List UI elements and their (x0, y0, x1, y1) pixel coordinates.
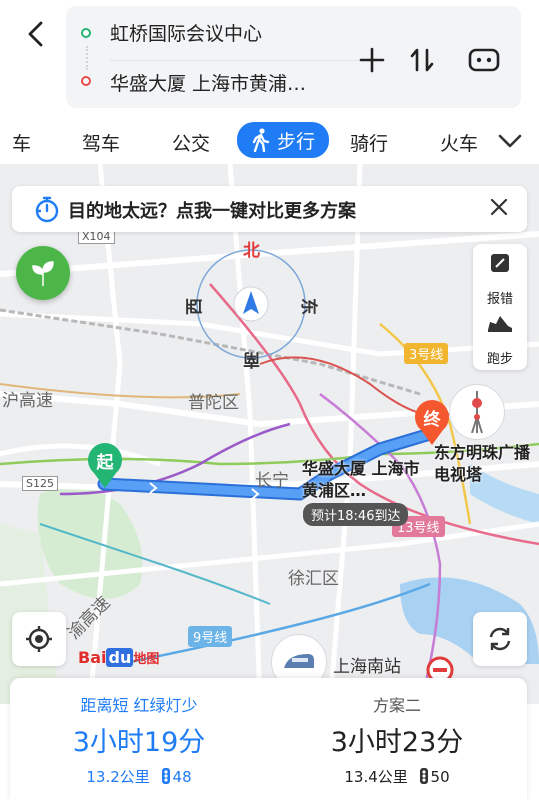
end-pin[interactable]: 终 (413, 398, 451, 445)
swap-route-button[interactable] (404, 42, 440, 78)
map-view[interactable]: 北 东 南 西 X104 S125 沪高速 普陀区 徐汇区 长宁 渝高速 上海南… (0, 164, 539, 704)
compass-north-label: 北 (243, 241, 260, 261)
map-label-changning: 长宁 (255, 471, 289, 491)
back-arrow-icon (28, 21, 43, 47)
compass-south-label: 南 (243, 349, 260, 369)
walk-icon (252, 128, 270, 152)
plan-1-tag: 距离短 红绿灯少 (80, 696, 198, 715)
refresh-route-button[interactable] (473, 612, 527, 666)
plan-1-lights: 48 (172, 768, 192, 786)
traffic-light-icon (161, 768, 170, 784)
leaf-icon (32, 261, 54, 286)
transport-mode-tabs: 车 驾车 公交 步行 骑行 火车 (0, 118, 539, 164)
destination-field[interactable]: 华盛大厦 上海市黄浦… (110, 69, 306, 96)
compare-plans-banner[interactable]: 目的地太远？点我一键对比更多方案 (12, 186, 527, 232)
end-pin-label: 终 (423, 410, 441, 430)
back-button[interactable] (18, 16, 54, 52)
close-icon (490, 198, 508, 216)
run-mode-label: 跑步 (486, 352, 513, 367)
route-connector (86, 46, 88, 70)
locate-icon (26, 626, 52, 652)
poi-oriental-pearl[interactable] (449, 384, 505, 440)
start-pin-label: 起 (96, 453, 114, 473)
close-banner-button[interactable] (489, 197, 509, 221)
plan-2-lights: 50 (430, 768, 450, 786)
map-label-putuo: 普陀区 (188, 393, 239, 413)
plan-option-1[interactable]: 距离短 红绿灯少 3小时19分 13.2公里 48 (10, 678, 268, 800)
map-label-xuhui: 徐汇区 (288, 569, 339, 589)
map-side-panel: 报错 跑步 (473, 244, 527, 370)
expand-tabs-button[interactable] (496, 128, 524, 156)
more-icon (468, 48, 500, 72)
tab-car[interactable]: 车 (12, 126, 31, 158)
route-divider (110, 60, 360, 61)
tower-icon (471, 391, 483, 433)
tab-bike[interactable]: 骑行 (350, 126, 388, 158)
compass-west-label: 西 (185, 298, 205, 315)
tab-walk-label: 步行 (277, 130, 316, 153)
tab-walk[interactable]: 步行 (237, 122, 330, 158)
banner-text: 目的地太远？点我一键对比更多方案 (68, 201, 356, 222)
run-mode-button[interactable]: 跑步 (473, 312, 527, 368)
poi-label-oriental-pearl: 东方明珠广播电视塔 (434, 443, 531, 484)
tab-drive[interactable]: 驾车 (82, 126, 120, 158)
map-label-shanghai-south: 上海南站 (333, 657, 401, 677)
plan-2-duration: 3小时23分 (330, 727, 464, 758)
route-header: 虹桥国际会议中心 华盛大厦 上海市黄浦… (0, 0, 539, 118)
destination-dot-icon (81, 76, 91, 86)
more-options-button[interactable] (466, 42, 502, 78)
tab-transit[interactable]: 公交 (172, 126, 210, 158)
baidu-map-logo: Bai du 地图 (78, 648, 160, 667)
stopwatch-icon (35, 196, 59, 223)
chevron-down-icon (498, 134, 522, 148)
plan-1-duration: 3小时19分 (72, 727, 206, 758)
plan-2-meta: 13.4公里 50 (268, 766, 526, 787)
refresh-icon (489, 627, 511, 651)
plan-1-meta: 13.2公里 48 (10, 766, 268, 787)
eta-badge: 预计18:46到达 (303, 503, 409, 526)
eco-leaf-button[interactable] (16, 246, 70, 300)
plan-option-2[interactable]: 方案二 3小时23分 13.4公里 50 (268, 678, 526, 800)
road-tag-s125: S125 (22, 476, 58, 491)
compass-needle-icon (233, 286, 269, 322)
add-waypoint-button[interactable] (354, 42, 390, 78)
plan-2-distance: 13.4公里 (344, 768, 408, 786)
traffic-light-icon (419, 768, 428, 784)
locate-me-button[interactable] (12, 612, 66, 666)
compass-east-label: 东 (298, 298, 318, 315)
origin-field[interactable]: 虹桥国际会议中心 (110, 19, 262, 46)
map-label-hu-gaosu: 沪高速 (2, 391, 53, 411)
plan-2-tag: 方案二 (372, 696, 421, 715)
swap-icon (410, 48, 434, 72)
report-error-label: 报错 (486, 292, 513, 307)
start-pin[interactable]: 起 (86, 441, 124, 488)
metro-tag-line9: 9号线 (188, 626, 233, 647)
edit-icon (491, 254, 509, 272)
plus-icon (359, 47, 385, 73)
running-shoe-icon (488, 316, 512, 332)
tab-train[interactable]: 火车 (440, 126, 478, 158)
route-input-card: 虹桥国际会议中心 华盛大厦 上海市黄浦… (66, 6, 521, 108)
origin-dot-icon (81, 28, 91, 38)
metro-tag-line3: 3号线 (404, 343, 449, 364)
destination-map-label: 华盛大厦 上海市黄浦区… (302, 459, 420, 500)
train-station-icon (284, 654, 314, 668)
report-error-button[interactable]: 报错 (473, 252, 527, 308)
plan-1-distance: 13.2公里 (86, 768, 150, 786)
route-plans-card: 距离短 红绿灯少 3小时19分 13.2公里 48 方案二 3小时23分 13.… (10, 678, 527, 800)
